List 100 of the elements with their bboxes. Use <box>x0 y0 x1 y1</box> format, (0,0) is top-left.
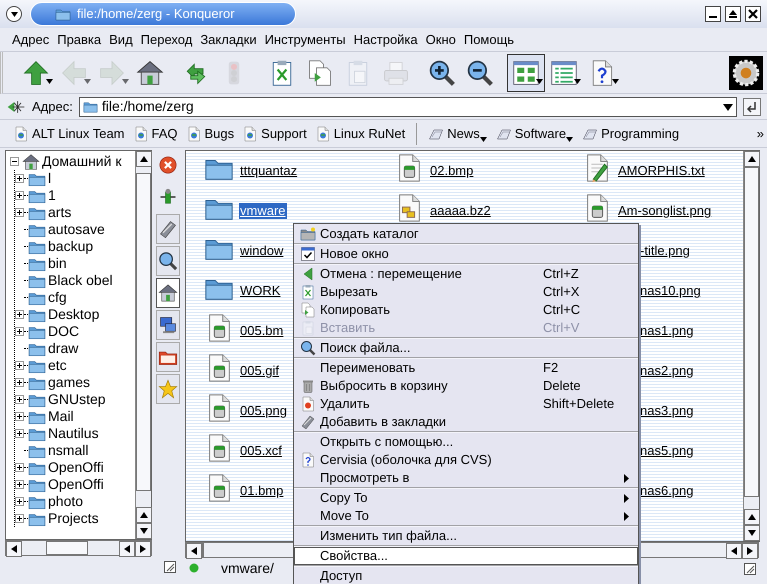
icon-view-button[interactable] <box>507 54 545 92</box>
tree-item[interactable]: 1 <box>46 187 56 204</box>
scroll-down-button[interactable] <box>744 525 760 541</box>
tree-item[interactable]: GNUstep <box>46 391 106 408</box>
bookmark-link[interactable]: Bugs <box>182 124 238 142</box>
tree-item[interactable]: Nautilus <box>46 425 99 442</box>
context-menu-item[interactable]: Создать каталог <box>294 225 638 243</box>
file-name[interactable]: nas10.png <box>639 283 702 299</box>
file-name[interactable]: AMORPHIS.txt <box>617 163 706 179</box>
file-name[interactable]: nas2.png <box>639 363 694 379</box>
context-menu-item[interactable]: Удалить Shift+Delete <box>294 395 638 413</box>
tree-item[interactable]: cfg <box>46 289 67 306</box>
tree-item[interactable]: OpenOffi <box>46 476 104 493</box>
scroll-left-button[interactable] <box>186 543 202 559</box>
scroll-left-button[interactable] <box>726 543 742 559</box>
context-menu-item[interactable]: Изменить тип файла... <box>294 527 638 545</box>
menu-item[interactable]: Закладки <box>196 30 261 50</box>
file-name[interactable]: 01.bmp <box>239 483 284 499</box>
file-name[interactable]: nas6.png <box>639 483 694 499</box>
file-name[interactable]: 02.bmp <box>429 163 474 179</box>
menu-item[interactable]: Адрес <box>8 30 54 50</box>
file-name[interactable]: 005.png <box>239 403 288 419</box>
scroll-thumb[interactable] <box>46 541 88 555</box>
bookmark-link[interactable]: Support <box>239 124 310 142</box>
tree-item[interactable]: l <box>46 170 52 187</box>
minimize-button[interactable] <box>705 6 721 22</box>
file-name[interactable]: 005.xcf <box>239 443 283 459</box>
tree-item[interactable]: Домашний к <box>40 153 122 170</box>
scroll-up-button[interactable] <box>744 151 760 167</box>
tree-item[interactable]: Projects <box>46 510 99 527</box>
scroll-left-button[interactable] <box>6 541 22 557</box>
tree-item[interactable]: backup <box>46 238 94 255</box>
file-name[interactable]: nas3.png <box>639 403 694 419</box>
menu-item[interactable]: Переход <box>136 30 196 50</box>
maximize-button[interactable] <box>725 6 741 22</box>
context-menu-item[interactable]: Move To <box>294 507 638 525</box>
file-name[interactable]: nas5.png <box>639 443 694 459</box>
context-menu-item[interactable]: Копировать Ctrl+C <box>294 301 638 319</box>
context-menu-item[interactable]: Открыть с помощью... <box>294 433 638 451</box>
tree-item[interactable]: arts <box>46 204 72 221</box>
file-name[interactable]: tttquantaz <box>239 163 298 179</box>
context-menu-item[interactable]: Отмена : перемещение Ctrl+Z <box>294 265 638 283</box>
context-menu-item[interactable]: Новое окно <box>294 245 638 263</box>
close-button[interactable] <box>745 6 761 22</box>
scroll-right-button[interactable] <box>135 541 151 557</box>
file-name[interactable]: WORK <box>239 283 282 299</box>
context-menu-item[interactable]: Доступ <box>294 567 638 584</box>
bookmark-link[interactable]: ALT Linux Team <box>10 124 128 142</box>
menu-item[interactable]: Вид <box>105 30 137 50</box>
context-menu-item[interactable]: Copy To <box>294 489 638 507</box>
file-name[interactable]: vmware <box>239 203 287 219</box>
horizontal-scrollbar[interactable] <box>5 540 152 556</box>
scroll-thumb[interactable] <box>744 167 759 497</box>
window-menu-button[interactable] <box>6 6 22 22</box>
scroll-thumb[interactable] <box>202 543 204 557</box>
bookmark-link[interactable]: Linux RuNet <box>312 124 408 142</box>
scroll-up-button[interactable] <box>744 509 760 525</box>
vertical-scrollbar[interactable] <box>135 151 151 539</box>
tree-item[interactable]: Mail <box>46 408 74 425</box>
tree-item[interactable]: DOC <box>46 323 80 340</box>
bookmark-link[interactable]: FAQ <box>130 124 181 142</box>
sidebar-tab[interactable] <box>156 310 180 340</box>
scroll-thumb[interactable] <box>136 173 151 491</box>
bookmark-link[interactable]: News <box>425 124 483 142</box>
context-menu-item[interactable]: Просмотреть в <box>294 469 638 487</box>
context-menu-item[interactable]: Свойства... <box>294 547 638 565</box>
sidebar-tab[interactable] <box>156 278 180 308</box>
file-name[interactable]: window <box>239 243 284 259</box>
sidebar-tab[interactable] <box>156 246 180 276</box>
tree-item[interactable]: Desktop <box>46 306 100 323</box>
tree-item[interactable]: photo <box>46 493 84 510</box>
context-menu-item[interactable]: Cervisia (оболочка для CVS) <box>294 451 638 469</box>
scroll-up-button[interactable] <box>136 507 152 523</box>
scroll-up-button[interactable] <box>136 151 152 167</box>
vertical-scrollbar[interactable] <box>743 151 759 541</box>
context-menu-item[interactable]: Вырезать Ctrl+X <box>294 283 638 301</box>
more-bookmarks-button[interactable]: » <box>754 124 767 142</box>
file-name[interactable]: 005.bm <box>239 323 284 339</box>
menu-item[interactable]: Инструменты <box>260 30 350 50</box>
scroll-left-button[interactable] <box>119 541 135 557</box>
scroll-down-button[interactable] <box>136 523 152 539</box>
sidebar-tab[interactable] <box>156 214 180 244</box>
file-name[interactable]: nas1.png <box>639 323 694 339</box>
context-menu-item[interactable]: Выбросить в корзину Delete <box>294 377 638 395</box>
menu-item[interactable]: Настройка <box>350 30 422 50</box>
file-name[interactable]: Am-songlist.png <box>617 203 712 219</box>
context-menu-item[interactable]: Добавить в закладки <box>294 413 638 431</box>
bookmark-link[interactable]: Programming <box>579 124 682 142</box>
menu-item[interactable]: Окно <box>422 30 460 50</box>
menu-item[interactable]: Правка <box>53 30 106 50</box>
context-menu-item[interactable]: Переименовать F2 <box>294 359 638 377</box>
tree-item[interactable]: Black obel <box>46 272 113 289</box>
tree-item[interactable]: nsmall <box>46 442 88 459</box>
file-name[interactable]: -title.png <box>639 243 691 259</box>
location-field[interactable]: file:/home/zerg <box>78 96 737 116</box>
file-name[interactable]: 005.gif <box>239 363 280 379</box>
tree-item[interactable]: games <box>46 374 90 391</box>
file-name[interactable]: aaaaa.bz2 <box>429 203 492 219</box>
sidebar-tab[interactable] <box>156 342 180 372</box>
tree-item[interactable]: draw <box>46 340 78 357</box>
